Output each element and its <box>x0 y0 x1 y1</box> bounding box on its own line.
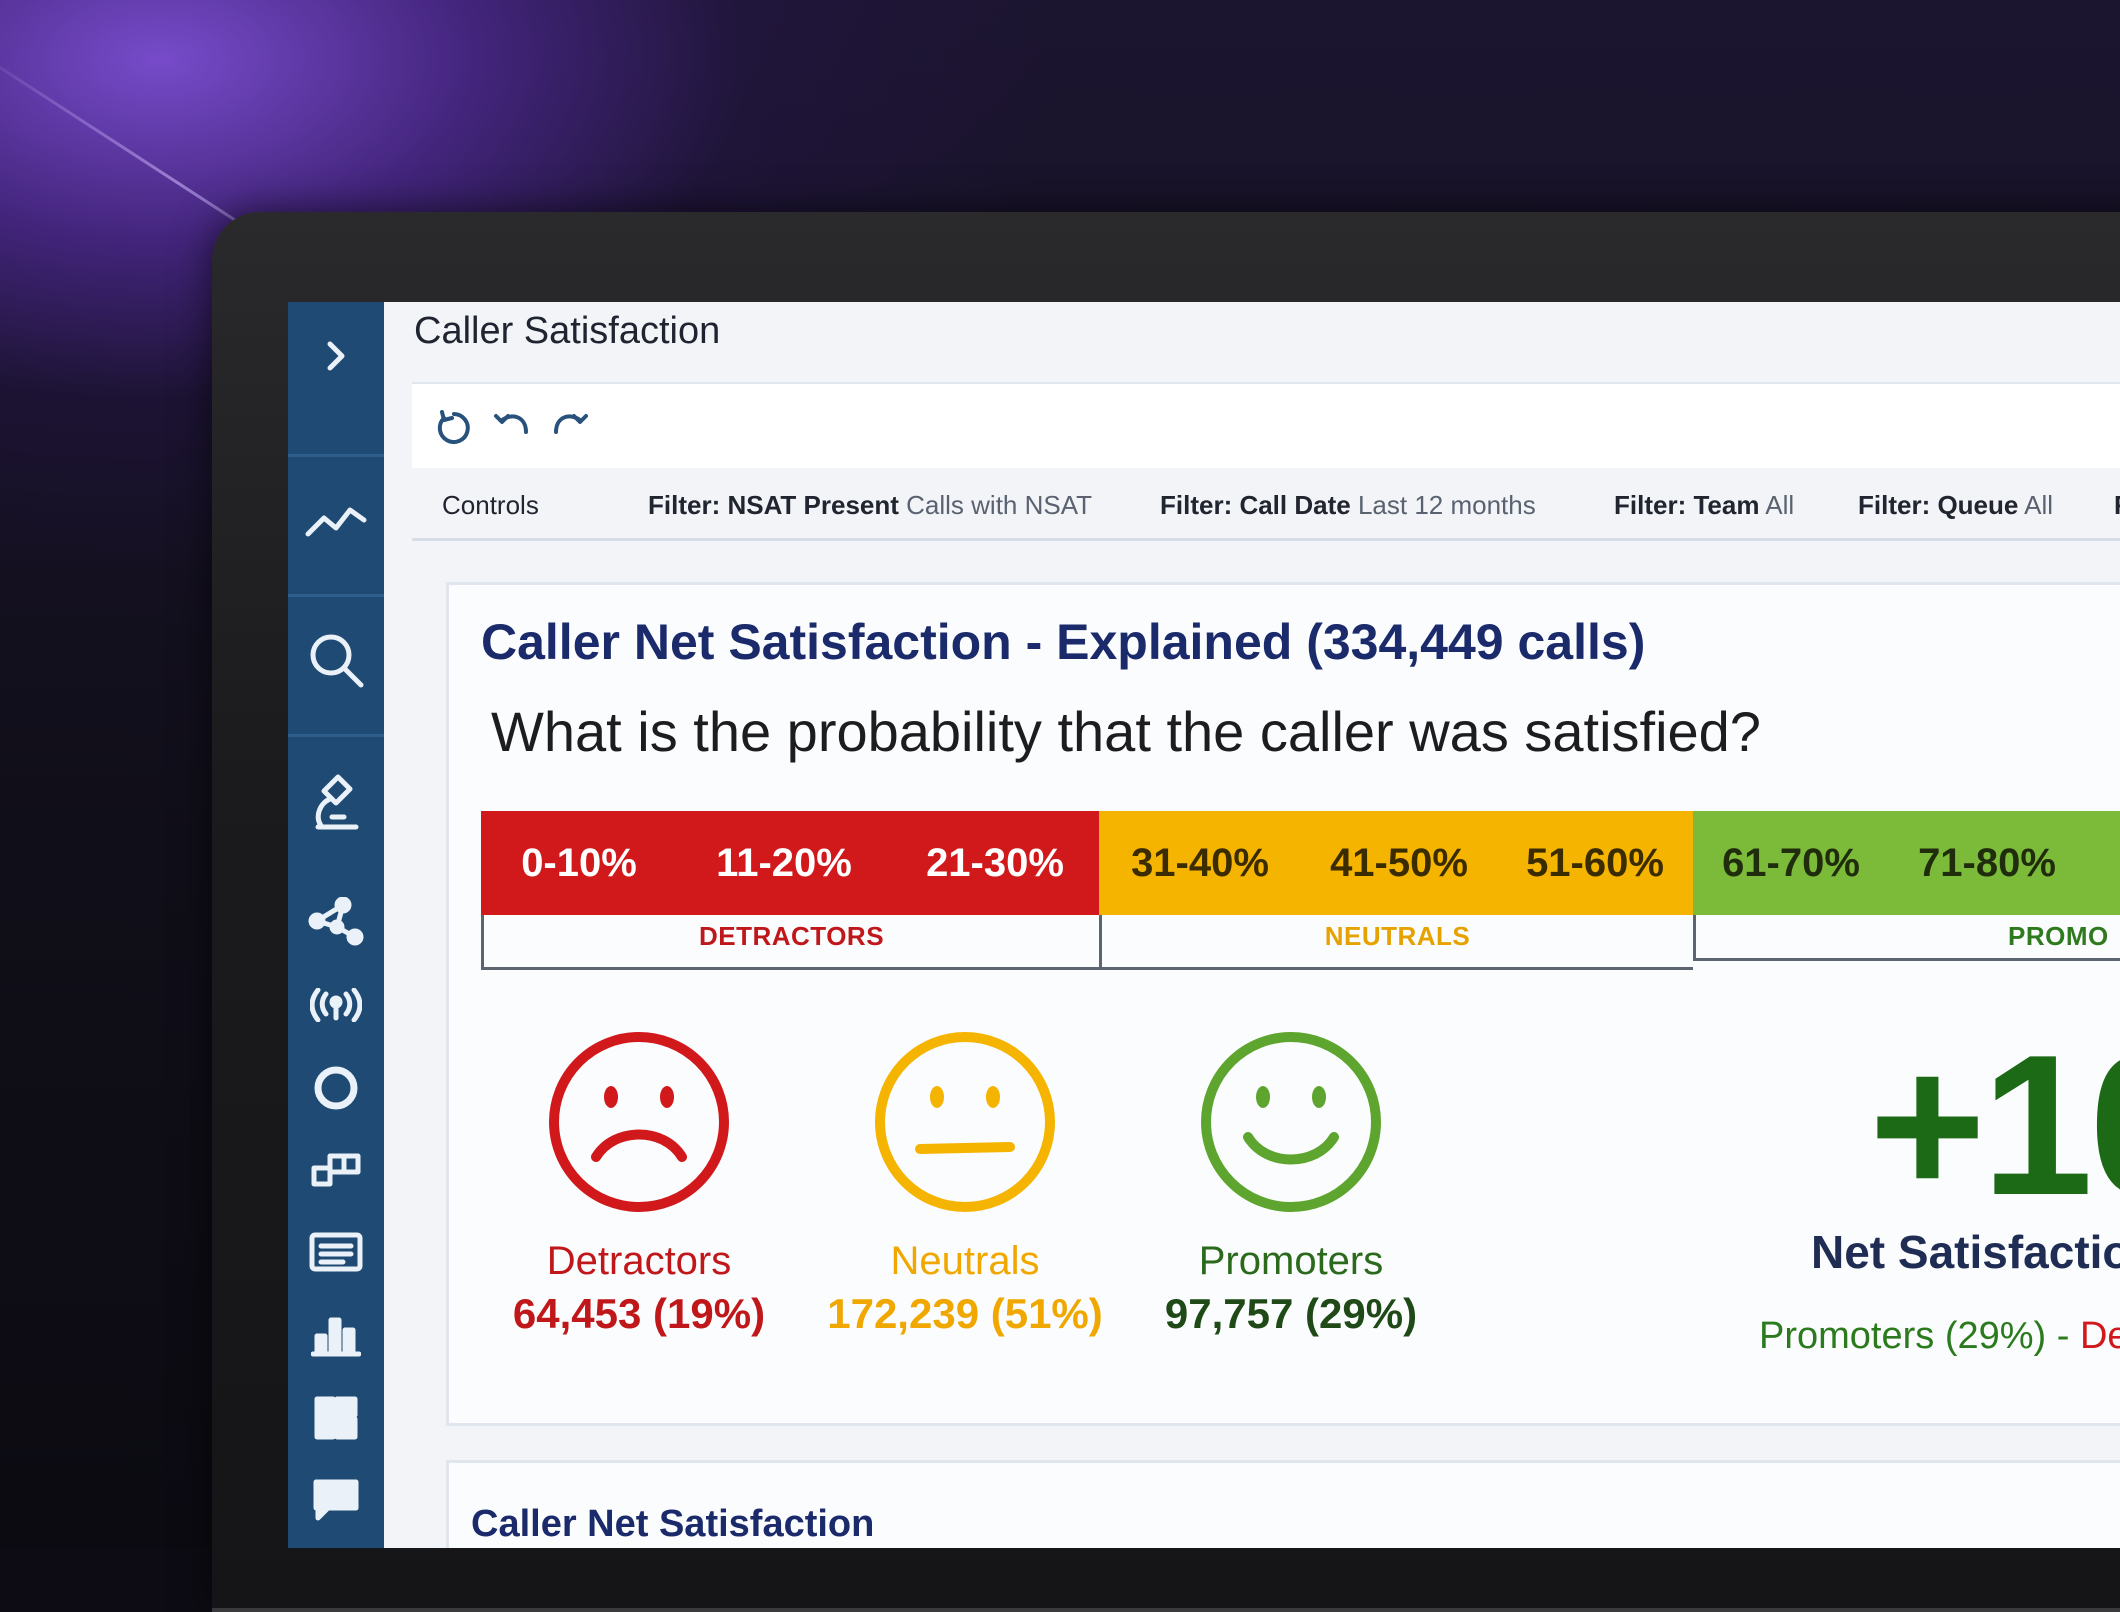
filter-value: All <box>2024 490 2054 520</box>
ring-icon[interactable] <box>288 1058 384 1118</box>
scale-segment: 21-30% <box>891 811 1101 915</box>
net-satisfaction-card-2: Caller Net Satisfaction <box>446 1460 2120 1548</box>
group-detractors: DETRACTORS <box>481 915 1099 970</box>
happy-face-icon <box>1201 1032 1381 1212</box>
filter-queue[interactable]: Filter: Queue All <box>1858 490 2053 521</box>
detractors-value: 64,453 (19%) <box>512 1290 766 1337</box>
formula-detractors: De <box>2079 1315 2120 1357</box>
card-title: Caller Net Satisfaction - Explained (334… <box>481 614 1646 670</box>
group-promoters: PROMO <box>1693 915 2120 961</box>
filter-key: Filter: Team <box>1614 490 1760 520</box>
sidebar <box>288 302 384 1548</box>
filter-more[interactable]: F <box>2114 490 2120 521</box>
promoters-value: 97,757 (29%) <box>1164 1290 1418 1337</box>
chat-bubble-icon[interactable] <box>288 1470 384 1530</box>
trend-line-icon[interactable] <box>288 488 384 552</box>
net-satisfaction-formula: Promoters (29%) - De <box>1759 1315 2120 1358</box>
neutral-face-icon <box>875 1032 1055 1212</box>
chevron-right-icon[interactable] <box>288 324 384 388</box>
toolbar <box>412 382 2120 468</box>
group-neutrals: NEUTRALS <box>1099 915 1693 970</box>
bar-chart-icon[interactable] <box>288 1306 384 1366</box>
card2-title: Caller Net Satisfaction <box>471 1503 875 1545</box>
filter-value: Last 12 months <box>1357 490 1536 520</box>
redo-icon[interactable] <box>550 408 590 448</box>
scale-segment: 31-40% <box>1099 811 1303 915</box>
neutrals-label: Neutrals <box>890 1239 1040 1283</box>
layout-icon[interactable] <box>288 1388 384 1448</box>
list-panel-icon[interactable] <box>288 1224 384 1280</box>
filter-key: Filter: Call Date <box>1160 490 1351 520</box>
net-satisfaction-score: +10 <box>1869 1014 2120 1237</box>
filter-nsat-present[interactable]: Filter: NSAT Present Calls with NSAT <box>648 490 1092 521</box>
neutrals-summary: Neutrals 172,239 (51%) <box>805 1027 1125 1338</box>
detractors-label: Detractors <box>546 1239 732 1283</box>
page-title: Caller Satisfaction <box>414 310 721 352</box>
sidebar-divider <box>288 734 384 737</box>
network-icon[interactable] <box>288 892 384 952</box>
microscope-icon[interactable] <box>288 770 384 834</box>
detractors-summary: Detractors 64,453 (19%) <box>479 1027 799 1338</box>
main-area: Caller Satisfaction Controls Filter: NSA… <box>384 302 2120 1548</box>
scale-segment: 41-50% <box>1301 811 1499 915</box>
filter-bar: Controls Filter: NSAT Present Calls with… <box>412 466 2120 541</box>
sidebar-divider <box>288 594 384 597</box>
scale-segment <box>2085 811 2120 915</box>
formula-promoters: Promoters (29%) <box>1759 1315 2047 1357</box>
refresh-icon[interactable] <box>434 408 474 448</box>
filter-key: Filter: Queue <box>1858 490 2019 520</box>
filter-team[interactable]: Filter: Team All <box>1614 490 1794 521</box>
promoters-label: Promoters <box>1198 1239 1384 1283</box>
scale-segment: 11-20% <box>677 811 893 915</box>
search-icon[interactable] <box>288 628 384 692</box>
filter-value: Calls with NSAT <box>906 490 1093 520</box>
undo-icon[interactable] <box>492 408 532 448</box>
scale-groups: DETRACTORS NEUTRALS PROMO <box>481 915 2120 970</box>
sad-face-icon <box>549 1032 729 1212</box>
broadcast-icon[interactable] <box>288 978 384 1032</box>
card-question: What is the probability that the caller … <box>491 700 1761 763</box>
scale-segment: 71-80% <box>1889 811 2087 915</box>
promoters-summary: Promoters 97,757 (29%) <box>1131 1027 1451 1338</box>
sidebar-divider <box>288 454 384 457</box>
scale-segment: 0-10% <box>481 811 679 915</box>
app-screen: Caller Satisfaction Controls Filter: NSA… <box>288 302 2120 1548</box>
scale-segment: 61-70% <box>1693 811 1891 915</box>
blocks-icon[interactable] <box>288 1142 384 1198</box>
net-satisfaction-card: Caller Net Satisfaction - Explained (334… <box>446 582 2120 1426</box>
scale-segment: 51-60% <box>1497 811 1695 915</box>
probability-scale: 0-10% 11-20% 21-30% 31-40% 41-50% 51-60%… <box>481 811 2120 917</box>
filter-call-date[interactable]: Filter: Call Date Last 12 months <box>1160 490 1536 521</box>
filter-value: All <box>1765 490 1795 520</box>
net-satisfaction-label: Net Satisfactio <box>1811 1226 2120 1278</box>
filter-key: Filter: NSAT Present <box>648 490 899 520</box>
formula-separator: - <box>2046 1315 2080 1357</box>
neutrals-value: 172,239 (51%) <box>827 1290 1103 1337</box>
controls-tab[interactable]: Controls <box>442 490 539 521</box>
